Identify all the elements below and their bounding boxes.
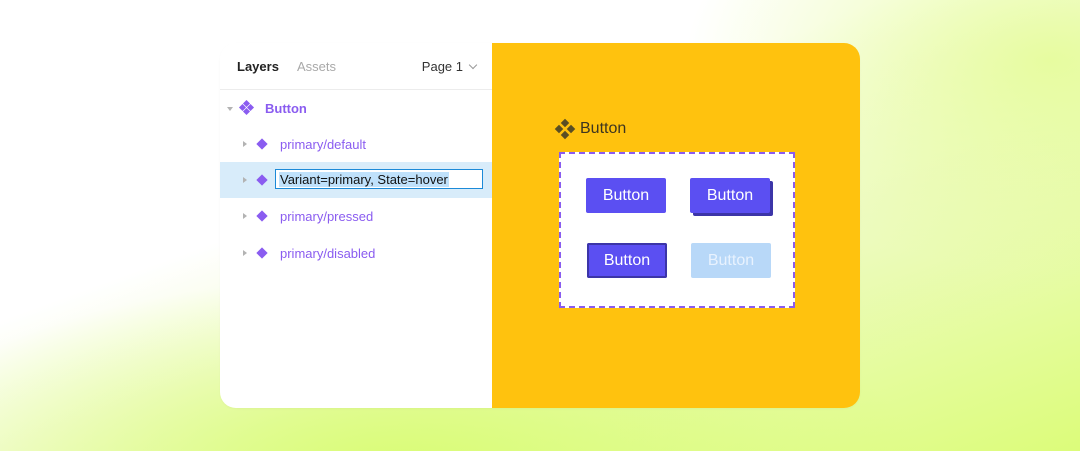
rename-input[interactable]: Variant=primary, State=hover — [275, 169, 483, 189]
component-set-title-label: Button — [580, 120, 627, 137]
panel-header: Layers Assets Page 1 — [220, 43, 492, 90]
component-set-icon — [554, 118, 576, 140]
caret-right-icon[interactable] — [243, 213, 247, 219]
tab-layers[interactable]: Layers — [237, 59, 279, 74]
button-variant-pressed[interactable]: Button — [587, 243, 667, 278]
caret-right-icon[interactable] — [243, 250, 247, 256]
layers-panel: Layers Assets Page 1 Button primary/defa… — [220, 43, 492, 408]
chevron-down-icon — [468, 60, 478, 69]
component-set-frame[interactable]: Button Button Button Button — [559, 152, 795, 308]
layer-row-primary-hover[interactable]: Variant=primary, State=hover — [220, 162, 492, 198]
layer-label: primary/pressed — [280, 209, 374, 224]
layer-label: Button — [265, 101, 307, 116]
component-icon — [256, 138, 268, 150]
component-set-icon — [238, 99, 255, 116]
button-variant-hover[interactable]: Button — [690, 178, 770, 213]
layer-row-primary-pressed[interactable]: primary/pressed — [220, 198, 492, 234]
caret-right-icon[interactable] — [243, 177, 247, 183]
tab-assets[interactable]: Assets — [297, 59, 336, 74]
component-icon — [256, 174, 268, 186]
layer-label: primary/disabled — [280, 246, 376, 261]
page-select-label: Page 1 — [421, 59, 463, 74]
rename-input-value: Variant=primary, State=hover — [279, 172, 449, 187]
layer-row-primary-disabled[interactable]: primary/disabled — [220, 235, 492, 271]
app-window: Layers Assets Page 1 Button primary/defa… — [220, 43, 860, 408]
caret-down-icon[interactable] — [227, 107, 233, 111]
layer-label: primary/default — [280, 137, 366, 152]
design-canvas[interactable]: Button Button Button Button Button — [492, 43, 860, 408]
page-select[interactable]: Page 1 — [421, 59, 478, 74]
button-variant-disabled[interactable]: Button — [691, 243, 771, 278]
button-variant-default[interactable]: Button — [586, 178, 666, 213]
layer-row-button[interactable]: Button — [220, 90, 492, 126]
caret-right-icon[interactable] — [243, 141, 247, 147]
layer-row-primary-default[interactable]: primary/default — [220, 126, 492, 162]
component-set-title[interactable]: Button — [554, 118, 627, 140]
component-icon — [256, 247, 268, 259]
component-icon — [256, 210, 268, 222]
